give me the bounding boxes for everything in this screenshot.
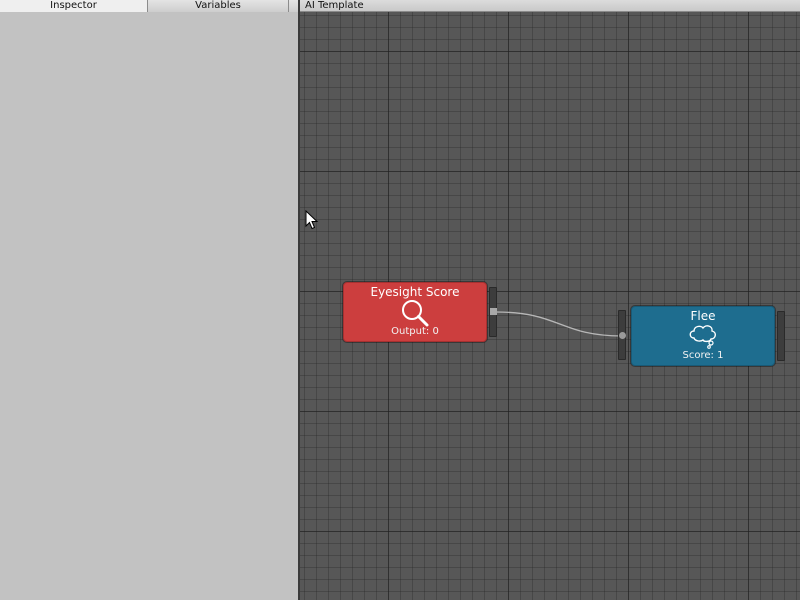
node-title: Eyesight Score — [370, 285, 460, 299]
tab-spacer — [289, 0, 298, 12]
node-output: Output: 0 — [391, 326, 439, 337]
inspector-panel — [0, 12, 298, 600]
magnifier-icon — [402, 300, 429, 327]
graph-header: AI Template — [300, 0, 800, 12]
tab-variables-label: Variables — [195, 0, 241, 11]
node-eyesight-score[interactable]: Eyesight Score Output: 0 — [343, 282, 487, 342]
thought-bubble-icon — [689, 325, 716, 349]
node-title: Flee — [690, 309, 716, 323]
tab-variables[interactable]: Variables — [148, 0, 289, 12]
graph-title: AI Template — [305, 0, 364, 11]
mouse-cursor-icon — [305, 210, 319, 230]
inspector-tabbar: Inspector Variables — [0, 0, 298, 12]
node-score: Score: 1 — [682, 350, 724, 361]
graph-canvas[interactable]: Eyesight Score Output: 0 Flee Score: 1 — [300, 12, 800, 600]
editor-window: Inspector Variables AI Template Eyesight… — [0, 0, 800, 600]
input-port[interactable] — [619, 332, 626, 339]
output-port[interactable] — [490, 308, 497, 315]
tab-inspector[interactable]: Inspector — [0, 0, 148, 12]
tab-inspector-label: Inspector — [50, 0, 97, 11]
node-flee[interactable]: Flee Score: 1 — [631, 306, 775, 366]
output-port-bar[interactable] — [777, 311, 785, 361]
